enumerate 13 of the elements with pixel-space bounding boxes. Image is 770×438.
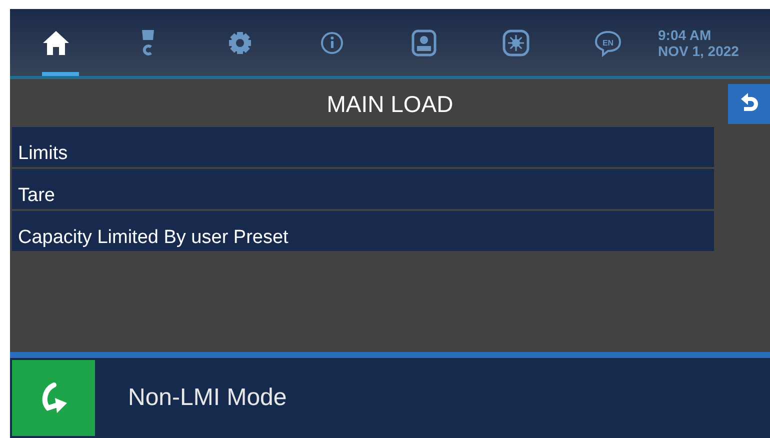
- back-button[interactable]: [728, 84, 770, 124]
- language-label: EN: [602, 38, 614, 47]
- page-title: MAIN LOAD: [326, 90, 454, 118]
- mode-button[interactable]: [12, 360, 95, 436]
- user-icon: [409, 28, 439, 58]
- menu-item[interactable]: Limits: [12, 127, 714, 167]
- brightness-icon: [501, 28, 531, 58]
- clock-time: 9:04 AM: [658, 26, 712, 42]
- menu-item[interactable]: Capacity Limited By user Preset: [12, 211, 714, 251]
- menu-item[interactable]: Tare: [12, 169, 714, 209]
- nav-tab[interactable]: EN: [562, 9, 654, 76]
- clock-date: NOV 1, 2022: [658, 42, 739, 58]
- mode-label: Non-LMI Mode: [128, 384, 287, 412]
